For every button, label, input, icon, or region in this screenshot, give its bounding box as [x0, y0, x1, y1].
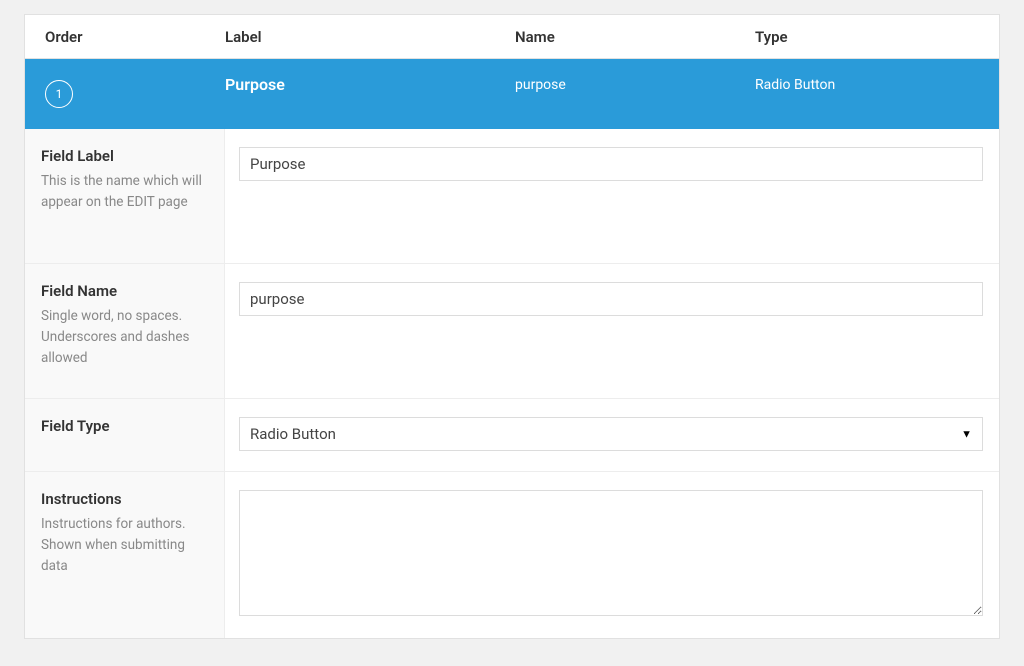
field-type-selected-value: Radio Button [250, 425, 336, 443]
setting-left-cell: Field Type [25, 399, 225, 471]
setting-right-cell [225, 129, 999, 263]
setting-right-cell: Radio Button ▼ [225, 399, 999, 471]
setting-desc: Instructions for authors. Shown when sub… [41, 514, 208, 577]
setting-left-cell: Field Name Single word, no spaces. Under… [25, 264, 225, 398]
header-label: Label [225, 28, 515, 46]
setting-field-type-row: Field Type Radio Button ▼ [25, 398, 999, 471]
column-header-row: Order Label Name Type [25, 15, 999, 59]
chevron-down-icon: ▼ [961, 428, 972, 441]
field-settings-table: Field Label This is the name which will … [25, 129, 999, 638]
setting-right-cell [225, 264, 999, 398]
field-name-input[interactable] [239, 282, 983, 316]
setting-left-cell: Field Label This is the name which will … [25, 129, 225, 263]
field-type-select[interactable]: Radio Button ▼ [239, 417, 983, 451]
setting-title: Field Label [41, 147, 208, 165]
summary-name: purpose [515, 59, 755, 93]
header-type: Type [755, 28, 999, 46]
setting-desc: Single word, no spaces. Underscores and … [41, 306, 208, 369]
summary-order-cell: 1 [25, 80, 225, 108]
setting-desc: This is the name which will appear on th… [41, 171, 208, 213]
field-editor-panel: Order Label Name Type 1 Purpose purpose … [24, 14, 1000, 639]
header-order: Order [25, 28, 225, 46]
field-summary-row[interactable]: 1 Purpose purpose Radio Button [25, 59, 999, 129]
setting-field-name-row: Field Name Single word, no spaces. Under… [25, 263, 999, 398]
setting-right-cell [225, 472, 999, 638]
summary-label[interactable]: Purpose [225, 59, 515, 94]
order-number: 1 [56, 87, 63, 101]
instructions-textarea[interactable] [239, 490, 983, 616]
field-label-input[interactable] [239, 147, 983, 181]
setting-field-label-row: Field Label This is the name which will … [25, 129, 999, 263]
summary-type: Radio Button [755, 59, 999, 93]
setting-left-cell: Instructions Instructions for authors. S… [25, 472, 225, 638]
setting-title: Field Type [41, 417, 208, 435]
setting-title: Instructions [41, 490, 208, 508]
setting-instructions-row: Instructions Instructions for authors. S… [25, 471, 999, 638]
setting-title: Field Name [41, 282, 208, 300]
header-name: Name [515, 28, 755, 46]
order-badge[interactable]: 1 [45, 80, 73, 108]
